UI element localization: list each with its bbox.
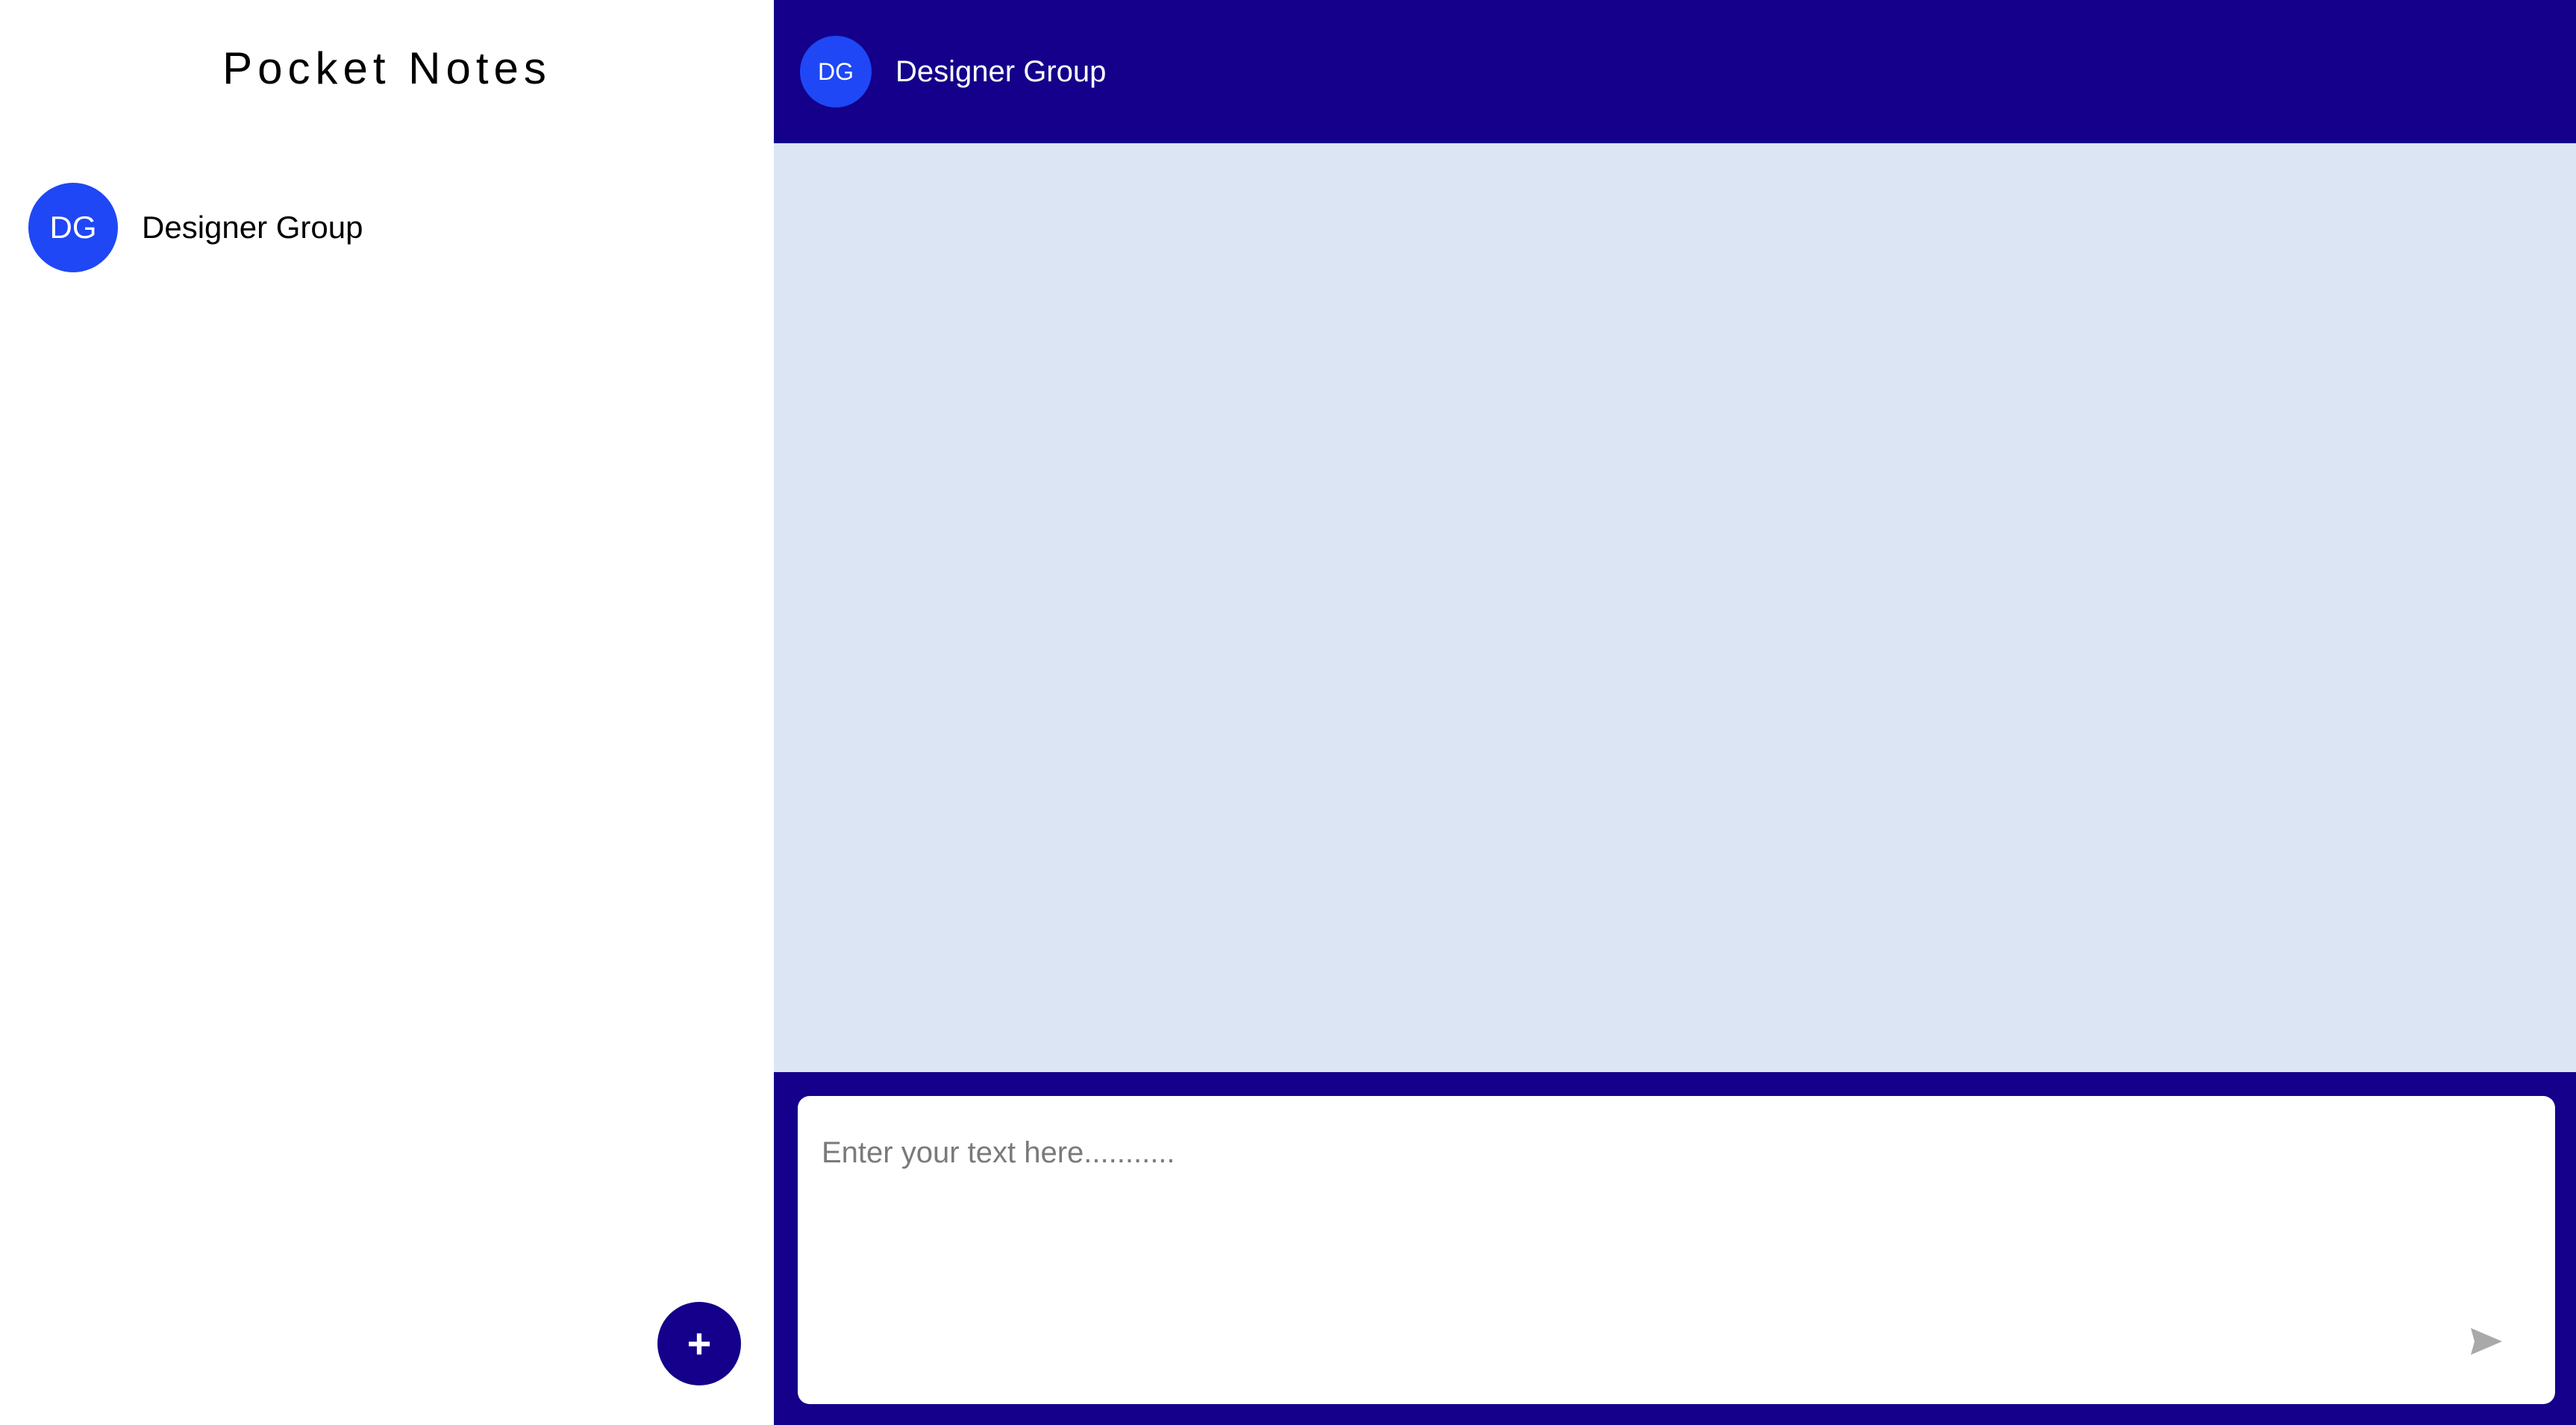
group-avatar: DG <box>28 183 118 272</box>
note-input[interactable] <box>798 1096 2555 1404</box>
composer-box <box>798 1096 2555 1404</box>
composer-bar <box>774 1072 2576 1425</box>
send-arrow-icon <box>2471 1328 2502 1355</box>
sidebar: Pocket Notes DG Designer Group + <box>0 0 774 1425</box>
chat-header-title: Designer Group <box>895 54 1107 88</box>
chat-panel: DG Designer Group <box>774 0 2576 1425</box>
add-group-button[interactable]: + <box>657 1302 741 1385</box>
notes-area <box>774 143 2576 1072</box>
group-list: DG Designer Group <box>0 182 774 273</box>
chat-header-avatar: DG <box>800 36 872 107</box>
group-item-designer-group[interactable]: DG Designer Group <box>0 182 774 273</box>
app-title: Pocket Notes <box>222 43 551 93</box>
send-button[interactable] <box>2467 1322 2506 1361</box>
app-root: Pocket Notes DG Designer Group + DG Desi… <box>0 0 2576 1425</box>
chat-header: DG Designer Group <box>774 0 2576 143</box>
group-name: Designer Group <box>142 210 363 245</box>
